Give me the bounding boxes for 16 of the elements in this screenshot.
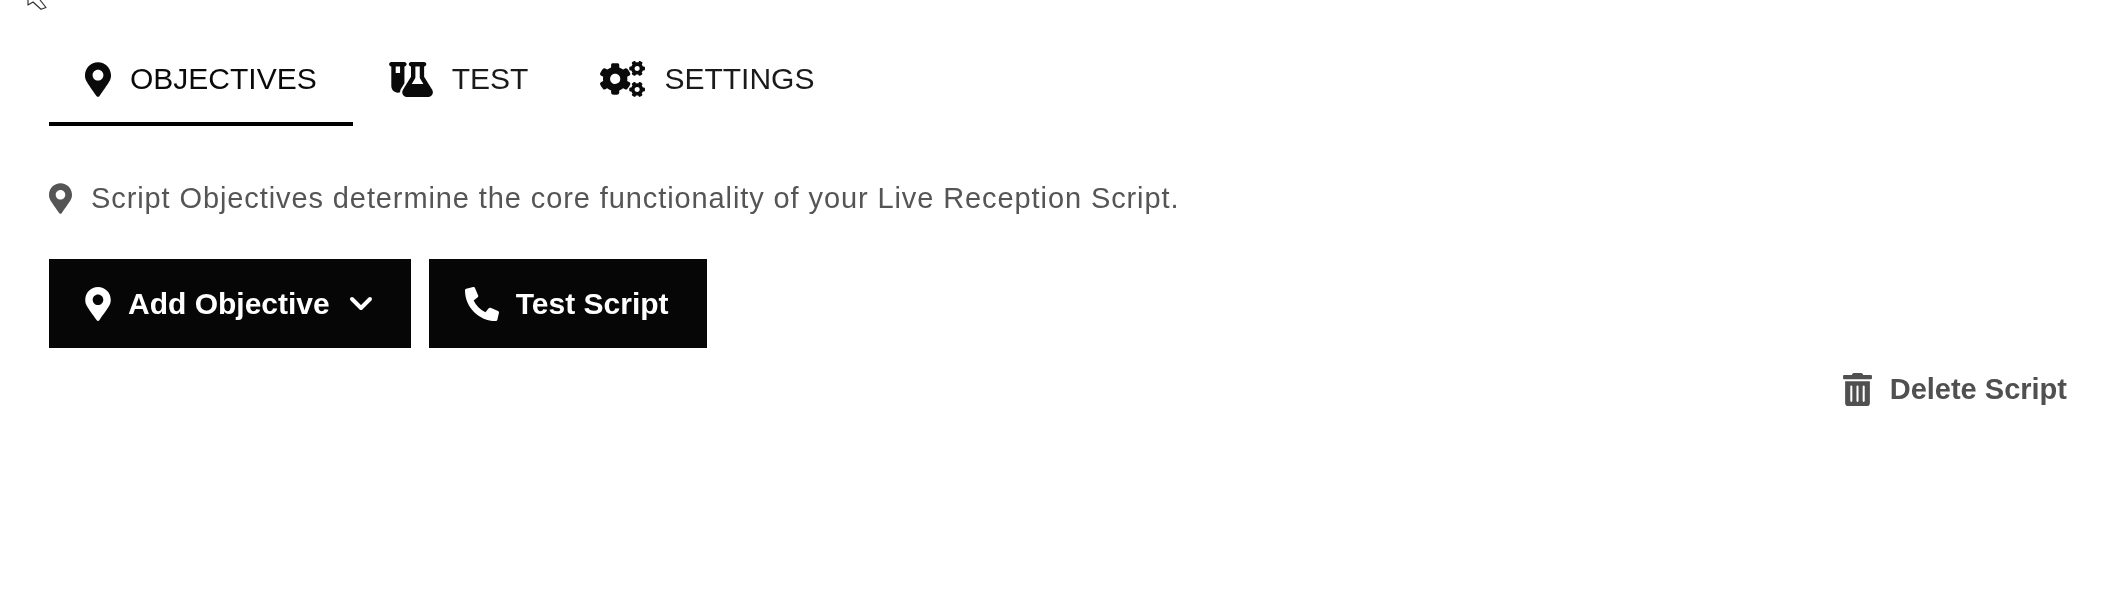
map-pin-icon [85,286,111,321]
tab[interactable]: OBJECTIVES [49,36,353,126]
test-tube-flask-icon [388,61,433,97]
mouse-cursor-icon [27,0,47,10]
description-text: Script Objectives determine the core functionality of your Live Reception Script. [91,181,1180,215]
delete-script-link[interactable]: Delete Script [1842,371,2067,407]
map-pin-icon [49,182,72,214]
dropdown-button[interactable]: Add Objective [49,259,411,348]
phone-icon [464,286,499,321]
map-pin-icon [85,61,111,97]
trash-icon [1842,372,1872,406]
chevron-down-icon [348,296,373,311]
action-button[interactable]: Test Script [428,259,707,348]
tab[interactable]: SETTINGS [564,36,851,126]
gears-icon [600,61,646,97]
tab[interactable]: TEST [352,36,565,126]
